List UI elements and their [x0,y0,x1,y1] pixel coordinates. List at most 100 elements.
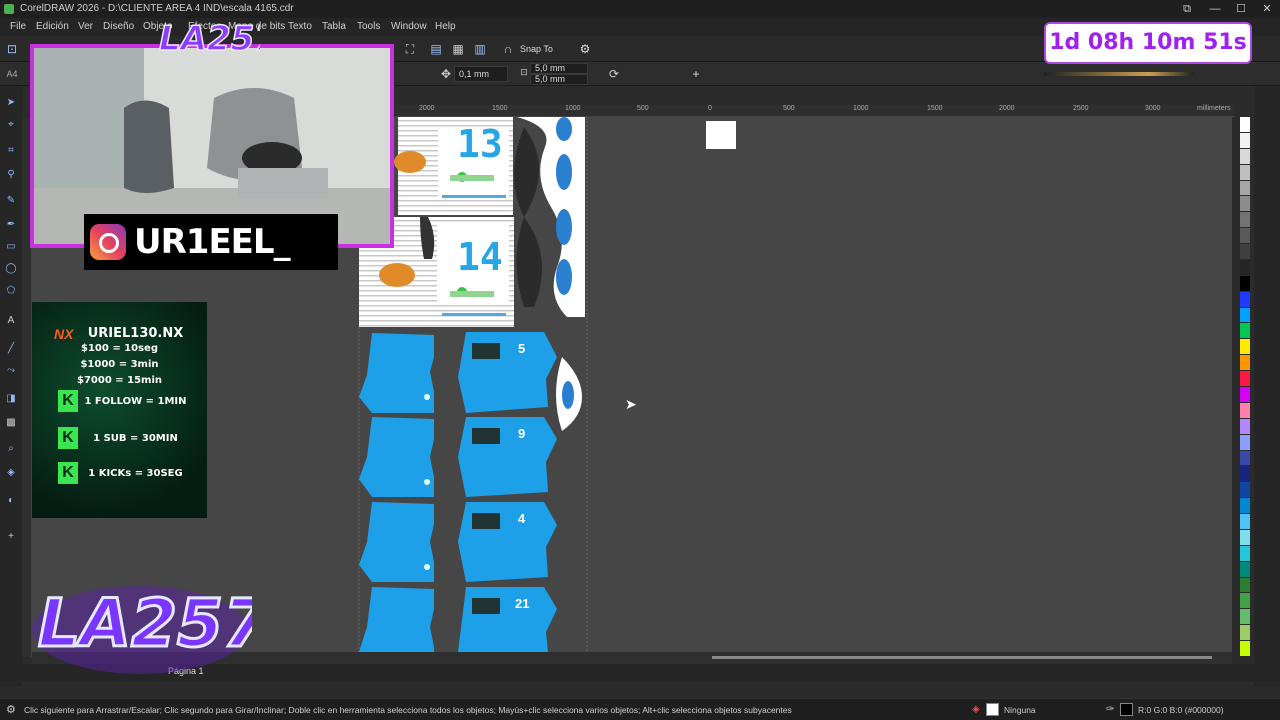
line-tool-icon[interactable]: ╱ [4,342,18,356]
add-tool-icon[interactable]: + [4,530,18,544]
full-screen-icon[interactable]: ⛶ [402,41,418,57]
palette-swatch[interactable] [1240,466,1250,482]
color-palette[interactable] [1238,117,1252,657]
sleeve-number[interactable]: 21 [515,596,529,611]
palette-swatch[interactable] [1240,482,1250,498]
minimize-button[interactable]: — [1202,1,1228,17]
magnet-icon[interactable]: ∩ [500,41,516,57]
crop-tool-icon[interactable]: ⌗ [4,144,18,158]
sleeve-number[interactable]: 9 [518,426,525,441]
palette-swatch[interactable] [1240,244,1250,259]
nudge-x-input[interactable]: 5,0 mm [530,63,588,74]
add-icon[interactable]: + [688,66,704,82]
ruler-label: 3000 [1145,105,1161,112]
shadow-tool-icon[interactable]: ◨ [4,392,18,406]
ruler-label: 1000 [565,105,581,112]
grid-icon[interactable]: ▦ [450,41,466,57]
restore-icon[interactable]: ⧉ [1174,1,1200,17]
freehand-tool-icon[interactable]: ✎ [4,194,18,208]
palette-swatch[interactable] [1240,561,1250,577]
palette-swatch[interactable] [1240,402,1250,418]
palette-swatch[interactable] [1240,307,1250,323]
menu-ver[interactable]: Ver [78,21,93,32]
palette-swatch[interactable] [1240,514,1250,529]
palette-swatch[interactable] [1240,625,1250,641]
eyedropper-tool-icon[interactable]: ⌕ [4,442,18,456]
palette-swatch[interactable] [1240,259,1250,275]
nudge-y-input[interactable]: 5,0 mm [530,74,588,85]
palette-swatch[interactable] [1240,117,1250,132]
menu-window[interactable]: Window [391,21,427,32]
palette-swatch[interactable] [1240,371,1250,386]
page-view-icon[interactable]: ▤ [428,41,444,57]
status-message: Clic siguiente para Arrastrar/Escalar; C… [24,705,792,715]
pen-tool-icon[interactable]: ✒ [4,218,18,232]
donation-line: $100 = 10seg [81,343,158,354]
palette-swatch[interactable] [1240,212,1250,228]
jersey-number-14[interactable]: 14 [457,235,503,279]
menu-tabla[interactable]: Tabla [322,21,346,32]
outline-width-input[interactable]: 0,1 mm [454,66,508,82]
menu-diseno[interactable]: Diseño [103,21,134,32]
palette-swatch[interactable] [1240,180,1250,196]
palette-swatch[interactable] [1240,418,1250,434]
fill-tool-icon[interactable]: ◈ [4,466,18,480]
palette-swatch[interactable] [1240,323,1250,339]
gear-icon[interactable]: ⚙ [577,41,593,57]
pick-tool-icon[interactable]: ➤ [4,96,18,110]
palette-swatch[interactable] [1240,545,1250,561]
palette-swatch[interactable] [1240,132,1250,148]
transparency-tool-icon[interactable]: ▩ [4,416,18,430]
palette-swatch[interactable] [1240,228,1250,244]
palette-swatch[interactable] [1240,450,1250,466]
ruler-unit: millimeters [1197,105,1231,112]
sponsor-bar [450,175,494,181]
palette-swatch[interactable] [1240,609,1250,625]
smart-fill-tool-icon[interactable]: ◐ [4,494,18,508]
palette-swatch[interactable] [1240,577,1250,593]
svg-text:LA257: LA257 [38,585,252,662]
scrollbar-thumb[interactable] [712,656,1212,659]
palette-swatch[interactable] [1240,593,1250,609]
sleeve-number[interactable]: 4 [518,511,525,526]
palette-swatch[interactable] [1240,164,1250,180]
collar-ornament [556,259,572,295]
polygon-tool-icon[interactable]: ⬠ [4,284,18,298]
menu-tools[interactable]: Tools [357,21,380,32]
palette-swatch[interactable] [1240,641,1250,656]
fill-swatch[interactable] [986,703,999,716]
palette-swatch[interactable] [1240,387,1250,402]
palette-swatch[interactable] [1240,196,1250,212]
outline-swatch[interactable] [1120,703,1133,716]
zoom-tool-icon[interactable]: ⚲ [4,168,18,182]
palette-swatch[interactable] [1240,529,1250,545]
rectangle-tool-icon[interactable]: ▭ [4,240,18,254]
menu-help[interactable]: Help [435,21,456,32]
text-tool-icon[interactable]: A [4,314,18,328]
a4-page-size-icon[interactable]: A4 [4,66,20,82]
snap-to-dropdown[interactable]: Snap To [520,42,568,56]
gear-icon[interactable]: ⚙ [6,704,18,716]
palette-swatch[interactable] [1240,355,1250,371]
guidelines-icon[interactable]: ▥ [472,41,488,57]
new-document-icon[interactable]: ⊡ [4,41,20,57]
palette-swatch[interactable] [1240,339,1250,355]
ellipse-tool-icon[interactable]: ◯ [4,262,18,276]
shape-tool-icon[interactable]: ⌖ [4,118,18,132]
menu-edicion[interactable]: Edición [36,21,69,32]
menu-texto[interactable]: Texto [288,21,312,32]
sleeve-number[interactable]: 5 [518,341,525,356]
palette-swatch[interactable] [1240,291,1250,307]
menu-file[interactable]: File [10,21,26,32]
palette-swatch[interactable] [1240,434,1250,450]
status-bar: ⚙ Clic siguiente para Arrastrar/Escalar;… [0,698,1280,720]
transform-icon[interactable]: ⟳ [606,66,622,82]
palette-swatch[interactable] [1240,498,1250,514]
close-button[interactable]: ✕ [1254,1,1280,17]
palette-swatch[interactable] [1240,148,1250,164]
palette-swatch[interactable] [1240,275,1250,291]
sponsor-bar [450,291,494,297]
maximize-button[interactable]: ☐ [1228,1,1254,17]
jersey-number-13[interactable]: 13 [457,122,503,166]
connector-tool-icon[interactable]: ⤳ [4,364,18,378]
